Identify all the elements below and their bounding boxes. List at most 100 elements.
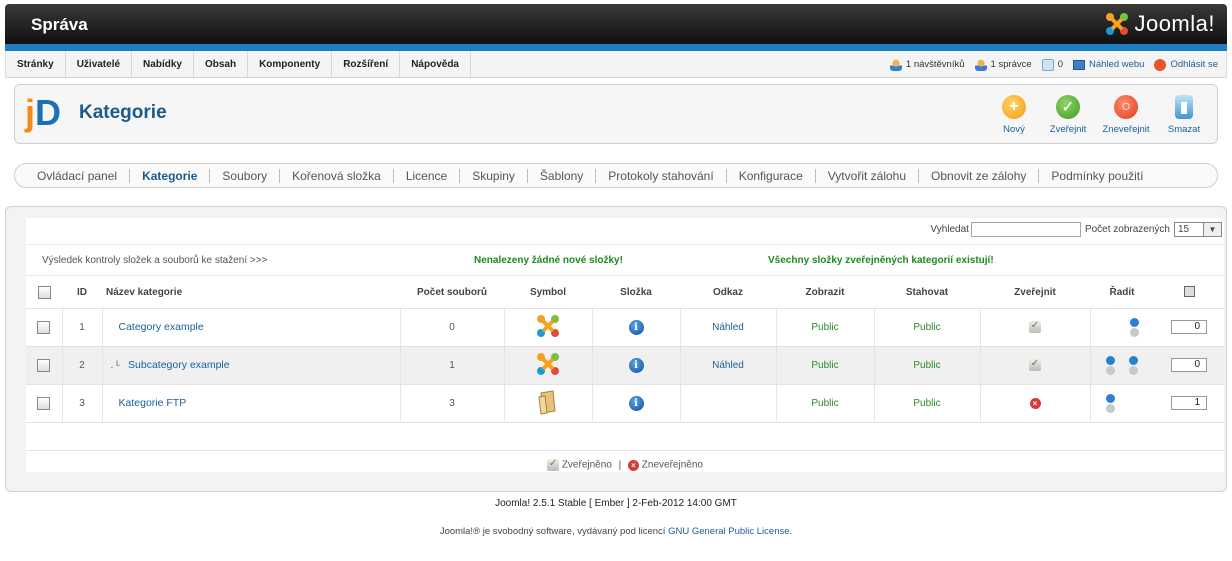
count-header[interactable]: Počet souborů <box>400 278 504 309</box>
tab-item[interactable]: Soubory <box>210 168 281 183</box>
row-indent: . ᴸ <box>110 359 121 371</box>
select-all-header <box>26 278 62 309</box>
download-access: Public <box>913 397 941 409</box>
id-header[interactable]: ID <box>62 278 102 309</box>
view-header[interactable]: Zobrazit <box>776 278 874 309</box>
mail-icon <box>1041 58 1054 71</box>
row-order: 1 <box>1154 384 1224 423</box>
tab-item[interactable]: Kategorie <box>130 168 211 183</box>
tab-item[interactable]: Konfigurace <box>727 168 816 183</box>
tab-item[interactable]: Ovládací panel <box>25 168 131 183</box>
menu-item[interactable]: Uživatelé <box>66 51 133 78</box>
row-select <box>26 346 63 385</box>
order-disabled-icon <box>1105 403 1115 413</box>
row-folder: i <box>592 308 681 347</box>
unpublish-button-label: Zneveřejnit <box>1102 124 1150 135</box>
check-results-link[interactable]: Výsledek kontroly složek a souborů ke st… <box>42 255 267 266</box>
select-all-checkbox[interactable] <box>37 286 51 300</box>
unpublished-icon: × <box>628 459 640 471</box>
row-count: 0 <box>400 308 505 347</box>
tab-item[interactable]: Skupiny <box>460 168 528 183</box>
category-name-link[interactable]: Kategorie FTP <box>119 397 187 409</box>
link-header: Odkaz <box>680 278 776 309</box>
limit-select[interactable]: 15 ▼ <box>1174 222 1222 237</box>
check-icon: ✓ <box>1056 95 1080 119</box>
dropdown-arrow-icon: ▼ <box>1203 223 1221 236</box>
new-button[interactable]: + Nový <box>987 93 1041 135</box>
save-order-header <box>1154 278 1224 309</box>
order-input[interactable]: 0 <box>1171 320 1207 334</box>
table-row: 1 Category example 0 i Náhled Public Public ✓ 0 <box>26 308 1224 347</box>
published-icon[interactable]: ✓ <box>1029 359 1041 371</box>
joomla-logo-icon <box>1106 13 1129 35</box>
menu-item[interactable]: Rozšíření <box>332 51 401 78</box>
menu-item[interactable]: Stránky <box>6 51 66 78</box>
admin-header: Správa Joomla! <box>5 4 1227 44</box>
info-icon[interactable]: i <box>628 357 644 373</box>
search-input[interactable] <box>970 222 1081 237</box>
publish-button[interactable]: ✓ Zveřejnit <box>1041 93 1095 135</box>
tab-item[interactable]: Licence <box>394 168 461 183</box>
row-name-cell: Kategorie FTP <box>102 384 401 423</box>
menu-item[interactable]: Nápověda <box>400 51 471 78</box>
order-input[interactable]: 0 <box>1171 358 1207 372</box>
submenu-tabs: Ovládací panel Kategorie Soubory Kořenová s… <box>14 163 1218 188</box>
order-up-icon[interactable] <box>1106 355 1116 365</box>
preview-link[interactable]: Náhled <box>712 360 744 371</box>
tab-item[interactable]: Vytvořit zálohu <box>816 168 920 183</box>
filter-bar: Vyhledat Počet zobrazených 15 ▼ <box>930 222 1222 237</box>
row-checkbox[interactable] <box>37 320 51 334</box>
delete-button[interactable]: ▮ Smazat <box>1157 93 1211 135</box>
new-button-label: Nový <box>1003 124 1025 135</box>
order-input[interactable]: 1 <box>1171 396 1207 410</box>
menu-item[interactable]: Nabídky <box>132 51 194 78</box>
legend-published: Zveřejněno <box>561 459 612 471</box>
messages-status[interactable]: 0 <box>1041 58 1063 71</box>
unpublish-button[interactable]: ○ Zneveřejnit <box>1095 93 1157 135</box>
row-checkbox[interactable] <box>37 396 51 410</box>
order-up-icon[interactable] <box>1105 393 1115 403</box>
tab-item[interactable]: Šablony <box>528 168 597 183</box>
order-disabled-icon <box>1129 327 1139 337</box>
trash-icon: ▮ <box>1175 95 1193 119</box>
admins-status: 1 správce <box>974 58 1032 71</box>
unpublished-icon[interactable]: × <box>1029 397 1041 409</box>
download-access: Public <box>913 321 941 333</box>
joomla-logo-text: Joomla! <box>1134 11 1215 36</box>
row-name-cell: . ᴸ Subcategory example <box>102 346 401 385</box>
row-name-cell: Category example <box>102 308 401 347</box>
admin-user-icon <box>974 58 987 71</box>
row-folder: i <box>592 346 681 385</box>
delete-button-label: Smazat <box>1167 124 1201 135</box>
license-link[interactable]: GNU General Public License <box>668 526 789 537</box>
order-down-icon[interactable] <box>1129 317 1139 327</box>
publish-button-label: Zveřejnit <box>1049 124 1087 135</box>
view-access: Public <box>811 321 839 333</box>
logout-link[interactable]: Odhlásit se <box>1154 58 1218 71</box>
search-label: Vyhledat <box>930 224 969 235</box>
header-title: Správa <box>31 15 88 34</box>
download-header[interactable]: Stahovat <box>874 278 980 309</box>
preview-link[interactable]: Náhled <box>712 322 744 333</box>
tab-item[interactable]: Podmínky použití <box>1039 169 1155 183</box>
joomla-logo[interactable]: Joomla! <box>1104 10 1215 38</box>
published-icon[interactable]: ✓ <box>1029 321 1041 333</box>
name-header[interactable]: Název kategorie <box>102 278 400 309</box>
tab-item[interactable]: Kořenová složka <box>280 168 394 183</box>
row-publish: ✓ <box>980 346 1091 385</box>
info-icon[interactable]: i <box>628 395 644 411</box>
category-name-link[interactable]: Subcategory example <box>128 359 230 371</box>
tab-item[interactable]: Protokoly stahování <box>596 168 727 183</box>
joomla-symbol-icon <box>537 314 559 337</box>
category-name-link[interactable]: Category example <box>119 321 204 333</box>
menu-item[interactable]: Obsah <box>194 51 249 78</box>
publish-header[interactable]: Zveřejnit <box>980 278 1090 309</box>
row-checkbox[interactable] <box>37 358 51 372</box>
tab-item[interactable]: Obnovit ze zálohy <box>919 168 1040 183</box>
order-down-icon[interactable] <box>1129 355 1139 365</box>
menu-item[interactable]: Komponenty <box>248 51 333 78</box>
preview-site-link[interactable]: Náhled webu <box>1073 59 1144 70</box>
info-icon[interactable]: i <box>628 319 644 335</box>
save-order-icon[interactable] <box>1183 285 1195 297</box>
order-header[interactable]: Řadit <box>1090 278 1154 309</box>
